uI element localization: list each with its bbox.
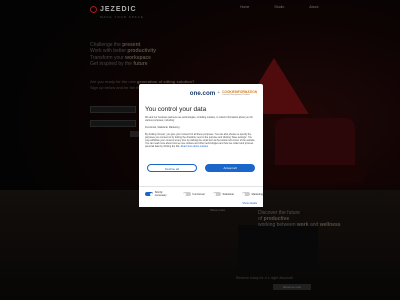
one-com-logo: one.com	[189, 90, 216, 97]
accept-all-button[interactable]: Accept all	[205, 164, 255, 172]
decline-all-button[interactable]: Decline all	[147, 164, 197, 172]
dialog-body-details: By clicking 'Accept', you give your cons…	[145, 133, 256, 148]
toggle-marketing[interactable]: Marketing	[241, 191, 263, 197]
toggle-functional[interactable]: Functional	[182, 191, 205, 197]
toggle-switch-icon	[212, 192, 221, 196]
plus-icon: +	[217, 90, 221, 96]
toggle-switch-icon	[241, 192, 250, 196]
toggle-strictly-necessary[interactable]: Strictly necessary	[145, 191, 175, 197]
dialog-body-intro: We and our business partners use technol…	[145, 116, 253, 122]
show-details-link[interactable]: Show details	[242, 202, 257, 205]
dialog-title: You control your data	[145, 106, 207, 113]
consent-toggles: Strictly necessary Functional Statistica…	[145, 191, 263, 197]
toggle-switch-icon	[182, 192, 191, 196]
toggle-switch-icon	[145, 192, 153, 196]
partner-logos: one.com + COOKIEINFORMATION Consent Mana…	[190, 90, 257, 97]
dialog-purposes: Functional, Statistical, Marketing	[145, 126, 180, 129]
page: JEZEDIC MAKE YOUR SPACE Home Studio Abou…	[0, 0, 400, 300]
consent-toggles-bar: Strictly necessary Functional Statistica…	[139, 186, 263, 207]
toggle-statistical[interactable]: Statistical	[212, 191, 234, 197]
cookieinformation-logo: COOKIEINFORMATION Consent Management Pla…	[222, 90, 257, 96]
read-more-link[interactable]: Read more about cookies	[181, 145, 208, 148]
